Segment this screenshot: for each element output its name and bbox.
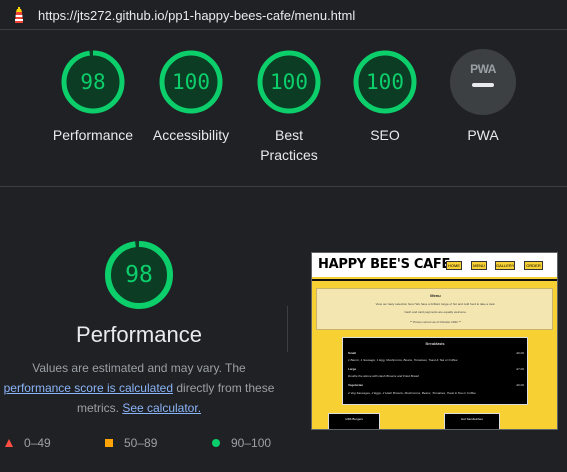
average-square-icon [105,439,113,447]
best-practices-score: 100 [270,70,308,94]
thumb-nav-gallery: GALLERY [495,261,515,270]
accessibility-label: Accessibility [152,127,230,143]
thumb-site-title: HAPPY BEE'S CAFE [318,257,451,272]
pass-circle-icon [212,439,220,447]
thumb-card-row: Large £7.00 [348,367,524,371]
thumb-menu-line: ** Prices correct as of October 2022 ** [409,320,462,324]
thumb-menu-title: Menu [430,293,441,298]
performance-gauge[interactable]: 98 [60,49,126,115]
performance-main-gauge: 98 [103,239,175,311]
thumb-nav-order: ORDER [524,261,543,270]
seo-label: SEO [370,127,400,143]
thumb-body: Menu View our tasty selection here! We h… [312,281,557,429]
thumb-burgers-card: 1/4lb Burgers [328,413,380,429]
legend-average-range: 50–89 [124,436,158,450]
url-bar: https://jts272.github.io/pp1-happy-bees-… [0,0,567,30]
pwa-label: PWA [467,127,499,143]
pwa-badge[interactable]: PWA [450,49,516,115]
thumb-card-row: Vegetarian £6.00 [348,383,524,387]
thumb-breakfast-card: Breakfasts Small £6.00 1 Bacon, 1 Sausage… [342,337,528,405]
legend-fail-range: 0–49 [24,436,51,450]
thumb-nav-home: HOME [446,261,462,270]
see-calculator-link[interactable]: See calculator. [122,401,201,415]
best-practices-gauge[interactable]: 100 [256,49,322,115]
legend-pass-range: 90–100 [231,436,272,450]
pwa-not-applicable-dash [472,83,494,87]
page-screenshot-thumbnail[interactable]: HAPPY BEE'S CAFE HOME MENU GALLERY ORDER… [311,252,558,430]
accessibility-score: 100 [172,70,210,94]
best-practices-label: Best Practices [260,127,318,163]
thumb-menu-line: View our tasty selection here! We have a… [375,302,496,306]
page-url[interactable]: https://jts272.github.io/pp1-happy-bees-… [38,8,355,23]
performance-label: Performance [52,127,134,143]
thumb-card-row: 1 Bacon, 1 Sausage, 1 Egg, Mushrooms, Be… [348,358,458,362]
vertical-divider [287,306,288,352]
legend-average: 50–89 [104,436,157,450]
performance-score: 98 [80,70,106,94]
performance-main-score: 98 [125,262,153,288]
fail-triangle-icon [5,439,13,447]
thumb-card-title: Breakfasts [425,341,445,346]
pwa-badge-text: PWA [470,62,496,76]
section-divider [0,186,567,187]
desc-prefix: Values are estimated and may vary. The [32,361,246,375]
thumb-card-row: Double the above with Hash Browns and Fr… [348,374,419,378]
thumb-menu-line: Cash and card payments are equally welco… [404,310,467,314]
thumb-nav-menu: MENU [471,261,487,270]
thumb-card-row: Small £6.00 [348,351,524,355]
legend-pass: 90–100 [211,436,271,450]
score-calculated-link[interactable]: performance score is calculated [4,381,173,395]
seo-score: 100 [366,70,404,94]
legend-fail: 0–49 [4,436,51,450]
performance-title: Performance [76,322,202,347]
thumb-header: HAPPY BEE'S CAFE HOME MENU GALLERY ORDER [312,253,557,279]
thumb-card-row: 2 Veg Sausages, 2 Eggs, 2 Hash Browns, M… [348,391,476,395]
lighthouse-icon [15,7,23,23]
performance-description: Values are estimated and may vary. The p… [0,358,278,418]
seo-gauge[interactable]: 100 [352,49,418,115]
thumb-menu-intro: Menu View our tasty selection here! We h… [316,288,553,330]
thumb-sandwiches-card: Hot Sandwiches [444,413,500,429]
accessibility-gauge[interactable]: 100 [158,49,224,115]
